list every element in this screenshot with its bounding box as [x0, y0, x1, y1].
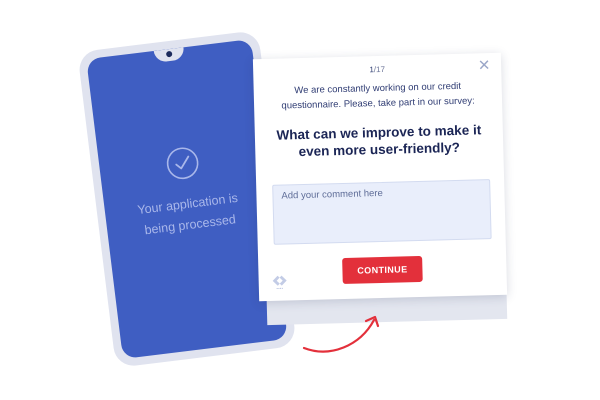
comment-input[interactable]	[272, 179, 492, 245]
close-icon[interactable]: ✕	[477, 57, 491, 74]
continue-button[interactable]: CONTINUE	[342, 255, 423, 285]
survey-question: What can we improve to make it even more…	[267, 121, 492, 161]
phone-notch	[153, 47, 185, 63]
survey-card: 1/17 ✕ We are constantly working on our …	[252, 52, 508, 302]
curved-arrow-icon	[302, 315, 380, 353]
question-counter: 1/17	[253, 62, 501, 77]
brand-logo-icon: ▪▪▪▪	[268, 273, 291, 294]
illustration-scene: Your application is being processed 1/17…	[0, 0, 600, 400]
survey-intro: We are constantly working on our credit …	[272, 78, 485, 114]
camera-icon	[165, 50, 173, 58]
check-circle-icon	[166, 147, 199, 180]
counter-total: /17	[373, 64, 386, 75]
processing-status-text: Your application is being processed	[114, 185, 264, 244]
